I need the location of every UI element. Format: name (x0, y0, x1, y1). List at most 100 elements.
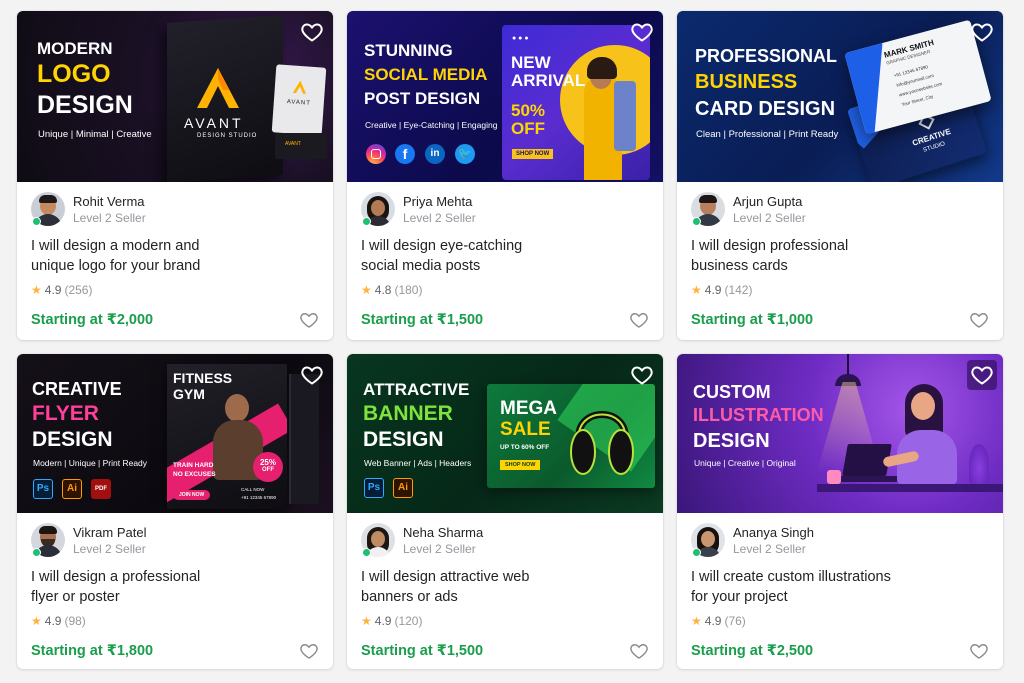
gig-title-line2[interactable]: for your project (691, 589, 788, 605)
banner-line2: SOCIAL MEDIA (364, 65, 488, 84)
gig-thumbnail[interactable]: PROFESSIONAL BUSINESS CARD DESIGN Clean … (677, 11, 1003, 182)
facebook-icon: f (395, 144, 415, 164)
save-heart-icon[interactable] (299, 641, 319, 661)
seller-row[interactable]: Priya Mehta Level 2 Seller (361, 191, 649, 227)
gig-price[interactable]: Starting at ₹2,500 (691, 643, 813, 659)
gig-card[interactable]: ATTRACTIVE BANNER DESIGN Web Banner | Ad… (347, 354, 663, 669)
seller-avatar[interactable] (361, 192, 395, 226)
favorite-heart-icon[interactable] (630, 363, 654, 387)
flyer-call: CALL NOW (241, 487, 265, 492)
plant-icon (969, 444, 989, 484)
gig-thumbnail[interactable]: MODERN LOGO DESIGN Unique | Minimal | Cr… (17, 11, 333, 182)
headphones-icon (570, 411, 634, 475)
favorite-heart-icon[interactable] (630, 20, 654, 44)
gig-price[interactable]: Starting at ₹1,000 (691, 312, 813, 328)
gig-title-line1[interactable]: I will design eye-catching (361, 238, 522, 254)
online-status-dot (692, 217, 701, 226)
online-status-dot (32, 548, 41, 557)
gig-rating: ★ 4.9 (256) (31, 283, 319, 297)
gig-card[interactable]: MODERN LOGO DESIGN Unique | Minimal | Cr… (17, 11, 333, 340)
gig-thumbnail[interactable]: CUSTOM ILLUSTRATION DESIGN Unique | Crea… (677, 354, 1003, 513)
gig-card[interactable]: PROFESSIONAL BUSINESS CARD DESIGN Clean … (677, 11, 1003, 340)
favorite-heart-icon[interactable] (967, 360, 997, 390)
seller-name[interactable]: Rohit Verma (73, 193, 146, 210)
gig-title-line2[interactable]: social media posts (361, 258, 480, 274)
gig-price[interactable]: Starting at ₹1,500 (361, 312, 483, 328)
badge-off: OFF (262, 467, 274, 473)
gig-title[interactable]: I will design a professional flyer or pos… (31, 567, 241, 607)
seller-row[interactable]: Arjun Gupta Level 2 Seller (691, 191, 989, 227)
favorite-heart-icon[interactable] (300, 20, 324, 44)
save-heart-icon[interactable] (969, 641, 989, 661)
gig-title[interactable]: I will design a modern and unique logo fo… (31, 236, 241, 276)
gig-thumbnail[interactable]: CREATIVE FLYER DESIGN Modern | Unique | … (17, 354, 333, 513)
promo-post: NEW ARRIVAL 50% OFF SHOP NOW ● ● ● (502, 25, 650, 180)
ad-mega: MEGA (500, 398, 557, 419)
seller-row[interactable]: Rohit Verma Level 2 Seller (31, 191, 319, 227)
gig-title-line1[interactable]: I will design a professional (31, 569, 200, 585)
gig-title[interactable]: I will design eye-catching social media p… (361, 236, 571, 276)
star-icon: ★ (31, 614, 42, 628)
favorite-heart-icon[interactable] (300, 363, 324, 387)
promo-arrival: ARRIVAL (511, 71, 586, 90)
gig-title[interactable]: I will design professional business cards (691, 236, 901, 276)
seller-name[interactable]: Ananya Singh (733, 524, 814, 541)
seller-avatar[interactable] (361, 523, 395, 557)
badge-percent: 25% (259, 458, 276, 467)
gig-rating: ★ 4.9 (98) (31, 614, 319, 628)
gig-price[interactable]: Starting at ₹2,000 (31, 312, 153, 328)
price-row: Starting at ₹2,000 (31, 309, 319, 331)
rating-value: 4.9 (704, 283, 722, 297)
rating-value: 4.9 (374, 614, 392, 628)
seller-name[interactable]: Arjun Gupta (733, 193, 806, 210)
seller-name[interactable]: Priya Mehta (403, 193, 476, 210)
seller-name[interactable]: Neha Sharma (403, 524, 483, 541)
favorite-heart-icon[interactable] (970, 20, 994, 44)
brand-name: AVANT (184, 115, 244, 131)
seller-avatar[interactable] (691, 523, 725, 557)
seller-row[interactable]: Vikram Patel Level 2 Seller (31, 522, 319, 558)
promo-new: NEW (511, 53, 551, 72)
seller-avatar[interactable] (691, 192, 725, 226)
gig-thumbnail[interactable]: STUNNING SOCIAL MEDIA POST DESIGN Creati… (347, 11, 663, 182)
save-heart-icon[interactable] (969, 310, 989, 330)
gig-title[interactable]: I will design attractive web banners or a… (361, 567, 571, 607)
flyer-poster: FITNESS GYM TRAIN HARD NO EXCUSES JOIN N… (167, 364, 287, 509)
banner-line1: CUSTOM (693, 382, 771, 402)
gig-price[interactable]: Starting at ₹1,800 (31, 643, 153, 659)
banner-tags: Creative | Eye-Catching | Engaging (365, 120, 498, 130)
seller-level: Level 2 Seller (73, 210, 146, 225)
gig-title-line2[interactable]: business cards (691, 258, 788, 274)
save-heart-icon[interactable] (629, 310, 649, 330)
gig-rating: ★ 4.9 (120) (361, 614, 649, 628)
price-row: Starting at ₹2,500 (691, 640, 989, 662)
gig-title[interactable]: I will create custom illustrations for yo… (691, 567, 931, 607)
banner-tags: Unique | Creative | Original (694, 458, 796, 468)
gig-title-line1[interactable]: I will design professional (691, 238, 848, 254)
save-heart-icon[interactable] (299, 310, 319, 330)
gig-title-line2[interactable]: flyer or poster (31, 589, 120, 605)
gig-thumbnail[interactable]: ATTRACTIVE BANNER DESIGN Web Banner | Ad… (347, 354, 663, 513)
seller-level: Level 2 Seller (403, 541, 476, 556)
online-status-dot (362, 217, 371, 226)
review-count: (120) (394, 614, 423, 628)
gig-title-line2[interactable]: unique logo for your brand (31, 258, 200, 274)
gig-card[interactable]: CREATIVE FLYER DESIGN Modern | Unique | … (17, 354, 333, 669)
gig-price[interactable]: Starting at ₹1,500 (361, 643, 483, 659)
seller-row[interactable]: Neha Sharma Level 2 Seller (361, 522, 649, 558)
seller-avatar[interactable] (31, 192, 65, 226)
banner-line2: BUSINESS (695, 71, 798, 93)
banner-tags: Unique | Minimal | Creative (38, 129, 152, 140)
seller-name[interactable]: Vikram Patel (73, 524, 146, 541)
flyer-join-btn: JOIN NOW (173, 490, 211, 500)
banner-line3: POST DESIGN (364, 89, 481, 108)
gig-card[interactable]: STUNNING SOCIAL MEDIA POST DESIGN Creati… (347, 11, 663, 340)
gig-title-line1[interactable]: I will create custom illustrations (691, 569, 891, 585)
gig-title-line1[interactable]: I will design a modern and (31, 238, 199, 254)
gig-title-line2[interactable]: banners or ads (361, 589, 458, 605)
save-heart-icon[interactable] (629, 641, 649, 661)
gig-card[interactable]: CUSTOM ILLUSTRATION DESIGN Unique | Crea… (677, 354, 1003, 669)
seller-avatar[interactable] (31, 523, 65, 557)
seller-row[interactable]: Ananya Singh Level 2 Seller (691, 522, 989, 558)
gig-title-line1[interactable]: I will design attractive web (361, 569, 529, 585)
